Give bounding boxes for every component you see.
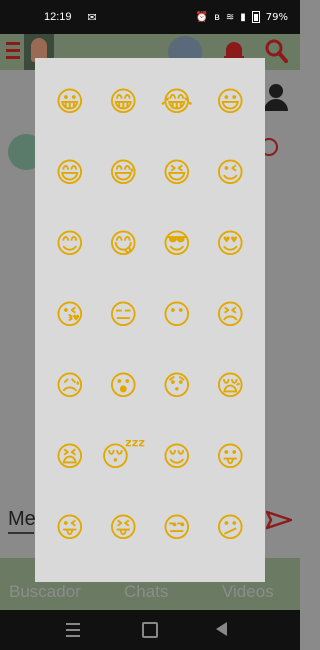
mail-icon: ✉ xyxy=(87,10,97,24)
status-time: 12:19 xyxy=(44,11,72,23)
signal-icon: ▮ xyxy=(240,11,246,23)
emoji-grid: 😀😁😂😃😄😅😆😉😊😋😎😍😘😑😶😣😥😮😯😪😫😴😌😛😜😝😒😕😓😓😓😓 xyxy=(43,66,257,582)
emoji-item[interactable]: 😃 xyxy=(204,66,258,137)
emoji-item[interactable]: 😴 xyxy=(97,421,151,492)
emoji-item[interactable]: 😀 xyxy=(43,66,97,137)
status-bar: 12:19 ✉ ⏰ ʙ ≋ ▮ 79% xyxy=(0,0,300,34)
emoji-item[interactable]: 😋 xyxy=(97,208,151,279)
search-icon[interactable] xyxy=(264,38,288,64)
alarm-icon: ⏰ xyxy=(195,11,209,23)
emoji-item[interactable]: 😫 xyxy=(43,421,97,492)
system-nav-bar xyxy=(0,610,300,650)
message-input-underline xyxy=(8,532,34,534)
emoji-item[interactable]: 😁 xyxy=(97,66,151,137)
emoji-item[interactable]: 😓 xyxy=(43,563,97,582)
emoji-item[interactable]: 😄 xyxy=(43,137,97,208)
recent-apps-icon[interactable] xyxy=(66,623,80,637)
emoji-item[interactable]: 😓 xyxy=(97,563,151,582)
emoji-item[interactable]: 😪 xyxy=(204,350,258,421)
message-input[interactable]: Me xyxy=(8,508,36,531)
menu-icon[interactable] xyxy=(6,42,20,60)
tab-buscador[interactable]: Buscador xyxy=(9,582,81,602)
bluetooth-icon: ʙ xyxy=(214,11,220,23)
emoji-item[interactable]: 😌 xyxy=(150,421,204,492)
emoji-item[interactable]: 😝 xyxy=(97,492,151,563)
emoji-item[interactable]: 😕 xyxy=(204,492,258,563)
wifi-icon: ≋ xyxy=(225,11,235,23)
emoji-item[interactable]: 😓 xyxy=(204,563,258,582)
emoji-item[interactable]: 😒 xyxy=(150,492,204,563)
status-icons: ⏰ ʙ ≋ ▮ 79% xyxy=(196,11,288,23)
send-icon[interactable] xyxy=(265,510,293,530)
emoji-item[interactable]: 😣 xyxy=(204,279,258,350)
emoji-item[interactable]: 😯 xyxy=(150,350,204,421)
emoji-item[interactable]: 😛 xyxy=(204,421,258,492)
emoji-item[interactable]: 😥 xyxy=(43,350,97,421)
emoji-item[interactable]: 😂 xyxy=(150,66,204,137)
emoji-picker-panel: 😀😁😂😃😄😅😆😉😊😋😎😍😘😑😶😣😥😮😯😪😫😴😌😛😜😝😒😕😓😓😓😓 xyxy=(35,58,265,582)
emoji-item[interactable]: 😅 xyxy=(97,137,151,208)
back-icon[interactable] xyxy=(216,622,227,636)
battery-percent: 79% xyxy=(265,11,288,23)
emoji-item[interactable]: 😑 xyxy=(97,279,151,350)
emoji-item[interactable]: 😶 xyxy=(150,279,204,350)
emoji-item[interactable]: 😊 xyxy=(43,208,97,279)
emoji-item[interactable]: 😍 xyxy=(204,208,258,279)
tab-chats[interactable]: Chats xyxy=(124,582,168,602)
home-icon[interactable] xyxy=(142,622,158,638)
emoji-item[interactable]: 😮 xyxy=(97,350,151,421)
tab-videos[interactable]: Videos xyxy=(222,582,274,602)
emoji-item[interactable]: 😉 xyxy=(204,137,258,208)
emoji-item[interactable]: 😓 xyxy=(150,563,204,582)
emoji-item[interactable]: 😆 xyxy=(150,137,204,208)
emoji-item[interactable]: 😘 xyxy=(43,279,97,350)
emoji-item[interactable]: 😜 xyxy=(43,492,97,563)
battery-icon xyxy=(251,11,260,23)
emoji-item[interactable]: 😎 xyxy=(150,208,204,279)
user-icon[interactable] xyxy=(264,84,288,112)
